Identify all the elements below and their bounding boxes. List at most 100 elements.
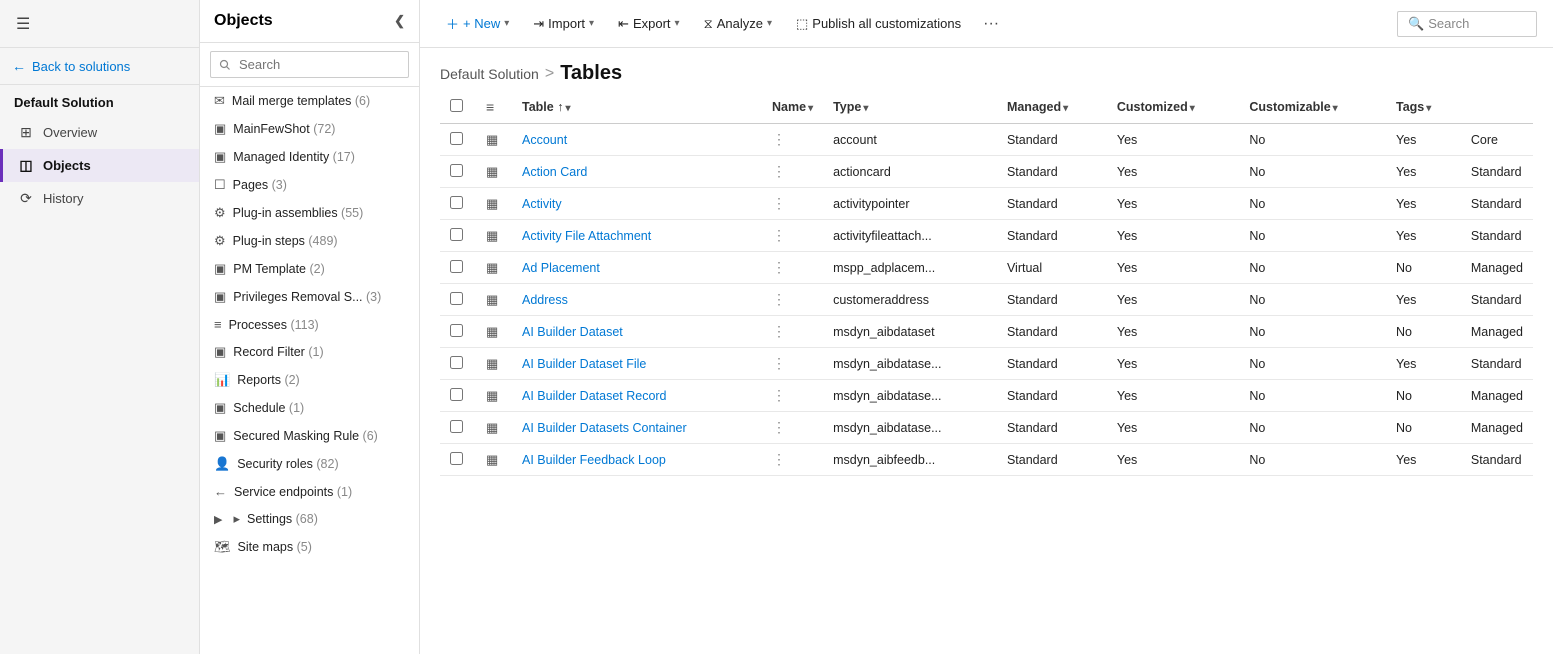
row-context-menu-icon[interactable]: ⋮ [772, 259, 786, 275]
row-menu-cell[interactable]: ⋮ [762, 316, 823, 348]
row-menu-cell[interactable]: ⋮ [762, 124, 823, 156]
objects-list-item[interactable]: ≡Processes (113)··· [200, 311, 419, 338]
row-menu-cell[interactable]: ⋮ [762, 252, 823, 284]
table-name-link[interactable]: AI Builder Dataset Record [522, 389, 667, 403]
row-table-name[interactable]: Activity File Attachment [512, 220, 762, 252]
row-select-checkbox[interactable] [450, 164, 463, 177]
objects-list-item[interactable]: ☐Pages (3)··· [200, 171, 419, 199]
col-header-tags[interactable]: Tags▾ [1386, 91, 1461, 124]
row-table-name[interactable]: Activity [512, 188, 762, 220]
row-select-checkbox[interactable] [450, 228, 463, 241]
row-select-checkbox[interactable] [450, 452, 463, 465]
table-name-link[interactable]: Account [522, 133, 567, 147]
row-select-checkbox[interactable] [450, 356, 463, 369]
row-table-name[interactable]: AI Builder Datasets Container [512, 412, 762, 444]
col-header-customized[interactable]: Customized▾ [1107, 91, 1240, 124]
new-button[interactable]: ＋ + New ▾ [436, 10, 519, 37]
row-context-menu-icon[interactable]: ⋮ [772, 323, 786, 339]
analyze-button[interactable]: ⧖ Analyze ▾ [694, 12, 782, 36]
col-header-managed[interactable]: Managed▾ [997, 91, 1107, 124]
row-select-checkbox[interactable] [450, 292, 463, 305]
row-context-menu-icon[interactable]: ⋮ [772, 419, 786, 435]
row-context-menu-icon[interactable]: ⋮ [772, 291, 786, 307]
objects-list-item[interactable]: ▶▸Settings (68)··· [200, 505, 419, 533]
row-menu-cell[interactable]: ⋮ [762, 444, 823, 476]
objects-list-item[interactable]: ⚙Plug-in assemblies (55)··· [200, 199, 419, 227]
table-name-link[interactable]: Activity [522, 197, 562, 211]
back-to-solutions-link[interactable]: ← Back to solutions [0, 48, 199, 85]
breadcrumb-parent[interactable]: Default Solution [440, 66, 539, 82]
publish-button[interactable]: ⬚ Publish all customizations [786, 12, 971, 36]
table-name-link[interactable]: Action Card [522, 165, 587, 179]
row-context-menu-icon[interactable]: ⋮ [772, 163, 786, 179]
objects-list-item[interactable]: ▣Secured Masking Rule (6)··· [200, 422, 419, 450]
collapse-icon[interactable]: ❮ [394, 13, 405, 29]
row-table-name[interactable]: Action Card [512, 156, 762, 188]
hamburger-bar: ☰ [0, 0, 199, 48]
table-name-link[interactable]: Address [522, 293, 568, 307]
objects-list-item[interactable]: ▣Managed Identity (17)··· [200, 143, 419, 171]
objects-list-item[interactable]: ←Service endpoints (1)··· [200, 478, 419, 505]
objects-list-item[interactable]: 👤Security roles (82)··· [200, 450, 419, 478]
obj-type-icon: 👤 [214, 456, 230, 472]
row-table-name[interactable]: AI Builder Dataset File [512, 348, 762, 380]
import-button[interactable]: ⇥ Import ▾ [523, 12, 604, 36]
row-context-menu-icon[interactable]: ⋮ [772, 451, 786, 467]
col-header-table[interactable]: Table ↑▾ [512, 91, 762, 124]
col-header-name[interactable]: Name▾ [762, 91, 823, 124]
row-menu-cell[interactable]: ⋮ [762, 412, 823, 444]
row-select-checkbox[interactable] [450, 132, 463, 145]
row-context-menu-icon[interactable]: ⋮ [772, 131, 786, 147]
row-table-name[interactable]: Address [512, 284, 762, 316]
row-table-name[interactable]: AI Builder Dataset Record [512, 380, 762, 412]
objects-list-item[interactable]: ▣Schedule (1)··· [200, 394, 419, 422]
table-name-link[interactable]: AI Builder Dataset File [522, 357, 646, 371]
row-select-checkbox[interactable] [450, 260, 463, 273]
row-menu-cell[interactable]: ⋮ [762, 156, 823, 188]
select-all-checkbox[interactable] [450, 99, 463, 112]
objects-list-item[interactable]: ✉Mail merge templates (6)··· [200, 87, 419, 115]
row-context-menu-icon[interactable]: ⋮ [772, 355, 786, 371]
row-menu-cell[interactable]: ⋮ [762, 284, 823, 316]
row-customizable: No [1386, 380, 1461, 412]
objects-list-item[interactable]: 🗺Site maps (5)··· [200, 533, 419, 561]
nav-item-overview[interactable]: ⊞Overview [0, 116, 199, 149]
objects-list-item[interactable]: ▣Privileges Removal S... (3)··· [200, 283, 419, 311]
col-header-customizable[interactable]: Customizable▾ [1239, 91, 1386, 124]
row-table-name[interactable]: AI Builder Dataset [512, 316, 762, 348]
row-table-name[interactable]: Account [512, 124, 762, 156]
nav-item-history[interactable]: ⟳History [0, 182, 199, 215]
row-context-menu-icon[interactable]: ⋮ [772, 227, 786, 243]
row-select-checkbox[interactable] [450, 420, 463, 433]
table-name-link[interactable]: Activity File Attachment [522, 229, 651, 243]
nav-item-objects[interactable]: ◫Objects [0, 149, 199, 182]
objects-search-input[interactable] [210, 51, 409, 78]
objects-list-item[interactable]: ▣Record Filter (1)··· [200, 338, 419, 366]
top-search-box[interactable]: 🔍 Search [1397, 11, 1537, 37]
row-select-checkbox[interactable] [450, 196, 463, 209]
row-checkbox-6 [440, 316, 476, 348]
more-options-icon[interactable]: ··· [975, 11, 1007, 37]
row-select-checkbox[interactable] [450, 388, 463, 401]
objects-list-item[interactable]: ▣PM Template (2)··· [200, 255, 419, 283]
table-name-link[interactable]: Ad Placement [522, 261, 600, 275]
hamburger-icon[interactable]: ☰ [16, 14, 30, 34]
col-header-type[interactable]: Type▾ [823, 91, 997, 124]
row-menu-cell[interactable]: ⋮ [762, 188, 823, 220]
objects-list-item[interactable]: ▣MainFewShot (72)··· [200, 115, 419, 143]
row-context-menu-icon[interactable]: ⋮ [772, 195, 786, 211]
objects-list-item[interactable]: 📊Reports (2)··· [200, 366, 419, 394]
row-context-menu-icon[interactable]: ⋮ [772, 387, 786, 403]
row-table-name[interactable]: AI Builder Feedback Loop [512, 444, 762, 476]
row-select-checkbox[interactable] [450, 324, 463, 337]
table-row-icon: ▦ [486, 228, 498, 243]
objects-list-item[interactable]: ⚙Plug-in steps (489)··· [200, 227, 419, 255]
table-name-link[interactable]: AI Builder Dataset [522, 325, 623, 339]
row-menu-cell[interactable]: ⋮ [762, 348, 823, 380]
table-name-link[interactable]: AI Builder Datasets Container [522, 421, 687, 435]
row-menu-cell[interactable]: ⋮ [762, 220, 823, 252]
row-table-name[interactable]: Ad Placement [512, 252, 762, 284]
row-menu-cell[interactable]: ⋮ [762, 380, 823, 412]
export-button[interactable]: ⇤ Export ▾ [608, 12, 690, 36]
table-name-link[interactable]: AI Builder Feedback Loop [522, 453, 666, 467]
